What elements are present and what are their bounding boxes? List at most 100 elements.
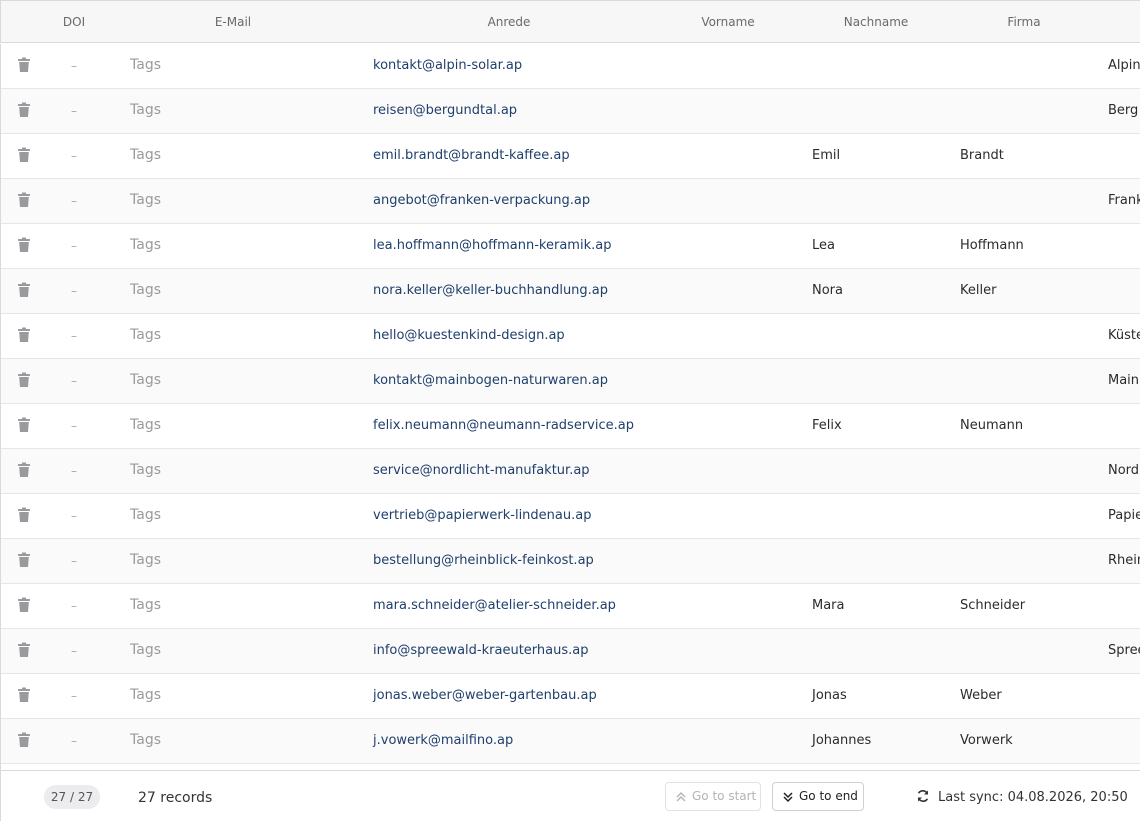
- last-name-cell: Hoffmann: [960, 238, 1024, 253]
- company-cell: Rhein: [1108, 553, 1140, 568]
- go-to-start-button[interactable]: Go to start: [665, 782, 761, 811]
- tags-cell[interactable]: Tags: [130, 192, 161, 208]
- trash-icon[interactable]: [17, 372, 31, 388]
- company-cell: Frank: [1108, 193, 1140, 208]
- table-row[interactable]: – Tags angebot@franken-verpackung.ap Frank: [1, 179, 1140, 224]
- email-cell[interactable]: emil.brandt@brandt-kaffee.ap: [373, 148, 570, 164]
- tags-cell[interactable]: Tags: [130, 642, 161, 658]
- table-row[interactable]: – Tags service@nordlicht-manufaktur.ap Nord: [1, 449, 1140, 494]
- first-name-cell: Emil: [812, 148, 841, 163]
- email-cell[interactable]: angebot@franken-verpackung.ap: [373, 193, 590, 209]
- email-cell[interactable]: info@spreewald-kraeuterhaus.ap: [373, 643, 588, 659]
- table-row[interactable]: – Tags lea.hoffmann@hoffmann-keramik.ap Lea…: [1, 224, 1140, 269]
- company-cell: Nord: [1108, 463, 1140, 478]
- table-row[interactable]: – Tags nora.keller@keller-buchhandlung.ap N…: [1, 269, 1140, 314]
- last-name-cell: Weber: [960, 688, 1002, 703]
- tags-cell[interactable]: Tags: [130, 417, 161, 433]
- trash-icon[interactable]: [17, 282, 31, 298]
- email-cell[interactable]: mara.schneider@atelier-schneider.ap: [373, 598, 616, 614]
- company-cell: Papie: [1108, 508, 1140, 523]
- tags-cell[interactable]: Tags: [130, 327, 161, 343]
- tags-cell[interactable]: Tags: [130, 687, 161, 703]
- trash-icon[interactable]: [17, 552, 31, 568]
- table-row[interactable]: – Tags emil.brandt@brandt-kaffee.ap Emil Bra…: [1, 134, 1140, 179]
- doi-cell: –: [71, 374, 77, 388]
- table-row[interactable]: – Tags hello@kuestenkind-design.ap Küste: [1, 314, 1140, 359]
- table-row[interactable]: – Tags kontakt@mainbogen-naturwaren.ap Main…: [1, 359, 1140, 404]
- refresh-icon[interactable]: [916, 789, 930, 803]
- email-cell[interactable]: j.vowerk@mailfino.ap: [373, 733, 513, 749]
- table-row[interactable]: – Tags mara.schneider@atelier-schneider.ap…: [1, 584, 1140, 629]
- table-row[interactable]: – Tags reisen@bergundtal.ap Berg: [1, 89, 1140, 134]
- first-name-cell: Lea: [812, 238, 835, 253]
- doi-cell: –: [71, 104, 77, 118]
- table-row[interactable]: – Tags vertrieb@papierwerk-lindenau.ap Papi…: [1, 494, 1140, 539]
- table-row[interactable]: – Tags felix.neumann@neumann-radservice.ap…: [1, 404, 1140, 449]
- trash-icon[interactable]: [17, 642, 31, 658]
- trash-icon[interactable]: [17, 732, 31, 748]
- trash-icon[interactable]: [17, 327, 31, 343]
- double-chevron-down-icon: [783, 792, 793, 803]
- tags-cell[interactable]: Tags: [130, 102, 161, 118]
- tags-cell[interactable]: Tags: [130, 237, 161, 253]
- last-name-cell: Brandt: [960, 148, 1004, 163]
- tags-cell[interactable]: Tags: [130, 507, 161, 523]
- email-cell[interactable]: bestellung@rheinblick-feinkost.ap: [373, 553, 594, 569]
- email-cell[interactable]: service@nordlicht-manufaktur.ap: [373, 463, 590, 479]
- table-row[interactable]: – Tags j.vowerk@mailfino.ap Johannes Vorwerk: [1, 719, 1140, 764]
- tags-cell[interactable]: Tags: [130, 597, 161, 613]
- doi-cell: –: [71, 284, 77, 298]
- go-to-end-label: Go to end: [799, 789, 858, 803]
- trash-icon[interactable]: [17, 507, 31, 523]
- doi-cell: –: [71, 239, 77, 253]
- tags-cell[interactable]: Tags: [130, 147, 161, 163]
- tags-cell[interactable]: Tags: [130, 732, 161, 748]
- tags-cell[interactable]: Tags: [130, 552, 161, 568]
- trash-icon[interactable]: [17, 417, 31, 433]
- column-header-doi[interactable]: DOI: [63, 15, 85, 29]
- doi-cell: –: [71, 599, 77, 613]
- column-header-firma[interactable]: Firma: [1007, 15, 1040, 29]
- last-sync-status: Last sync: 04.08.2026, 20:50: [938, 790, 1128, 805]
- trash-icon[interactable]: [17, 597, 31, 613]
- doi-cell: –: [71, 554, 77, 568]
- doi-cell: –: [71, 734, 77, 748]
- trash-icon[interactable]: [17, 147, 31, 163]
- email-cell[interactable]: jonas.weber@weber-gartenbau.ap: [373, 688, 597, 704]
- email-cell[interactable]: vertrieb@papierwerk-lindenau.ap: [373, 508, 591, 524]
- tags-cell[interactable]: Tags: [130, 372, 161, 388]
- email-cell[interactable]: reisen@bergundtal.ap: [373, 103, 517, 119]
- email-cell[interactable]: hello@kuestenkind-design.ap: [373, 328, 565, 344]
- column-header-nachname[interactable]: Nachname: [844, 15, 909, 29]
- company-cell: Alpin: [1108, 58, 1140, 73]
- table-footer: 27 / 27 27 records Go to start Go to end…: [0, 770, 1140, 821]
- email-cell[interactable]: nora.keller@keller-buchhandlung.ap: [373, 283, 608, 299]
- doi-cell: –: [71, 464, 77, 478]
- trash-icon[interactable]: [17, 102, 31, 118]
- tags-cell[interactable]: Tags: [130, 462, 161, 478]
- doi-cell: –: [71, 644, 77, 658]
- table-row[interactable]: – Tags info@spreewald-kraeuterhaus.ap Spree: [1, 629, 1140, 674]
- trash-icon[interactable]: [17, 687, 31, 703]
- table-row[interactable]: – Tags bestellung@rheinblick-feinkost.ap Rh…: [1, 539, 1140, 584]
- trash-icon[interactable]: [17, 57, 31, 73]
- tags-cell[interactable]: Tags: [130, 282, 161, 298]
- trash-icon[interactable]: [17, 237, 31, 253]
- go-to-end-button[interactable]: Go to end: [772, 782, 864, 811]
- table-row[interactable]: – Tags jonas.weber@weber-gartenbau.ap Jonas…: [1, 674, 1140, 719]
- column-header-email[interactable]: E-Mail: [215, 15, 251, 29]
- tags-cell[interactable]: Tags: [130, 57, 161, 73]
- column-header-anrede[interactable]: Anrede: [488, 15, 531, 29]
- trash-icon[interactable]: [17, 462, 31, 478]
- column-header-vorname[interactable]: Vorname: [701, 15, 754, 29]
- table-row[interactable]: – Tags kontakt@alpin-solar.ap Alpin: [1, 44, 1140, 89]
- doi-cell: –: [71, 419, 77, 433]
- record-count: 27 records: [138, 790, 213, 806]
- email-cell[interactable]: lea.hoffmann@hoffmann-keramik.ap: [373, 238, 611, 254]
- email-cell[interactable]: felix.neumann@neumann-radservice.ap: [373, 418, 634, 434]
- email-cell[interactable]: kontakt@mainbogen-naturwaren.ap: [373, 373, 608, 389]
- doi-cell: –: [71, 194, 77, 208]
- table-body: – Tags kontakt@alpin-solar.ap Alpin – Tags rei…: [0, 44, 1140, 770]
- email-cell[interactable]: kontakt@alpin-solar.ap: [373, 58, 522, 74]
- trash-icon[interactable]: [17, 192, 31, 208]
